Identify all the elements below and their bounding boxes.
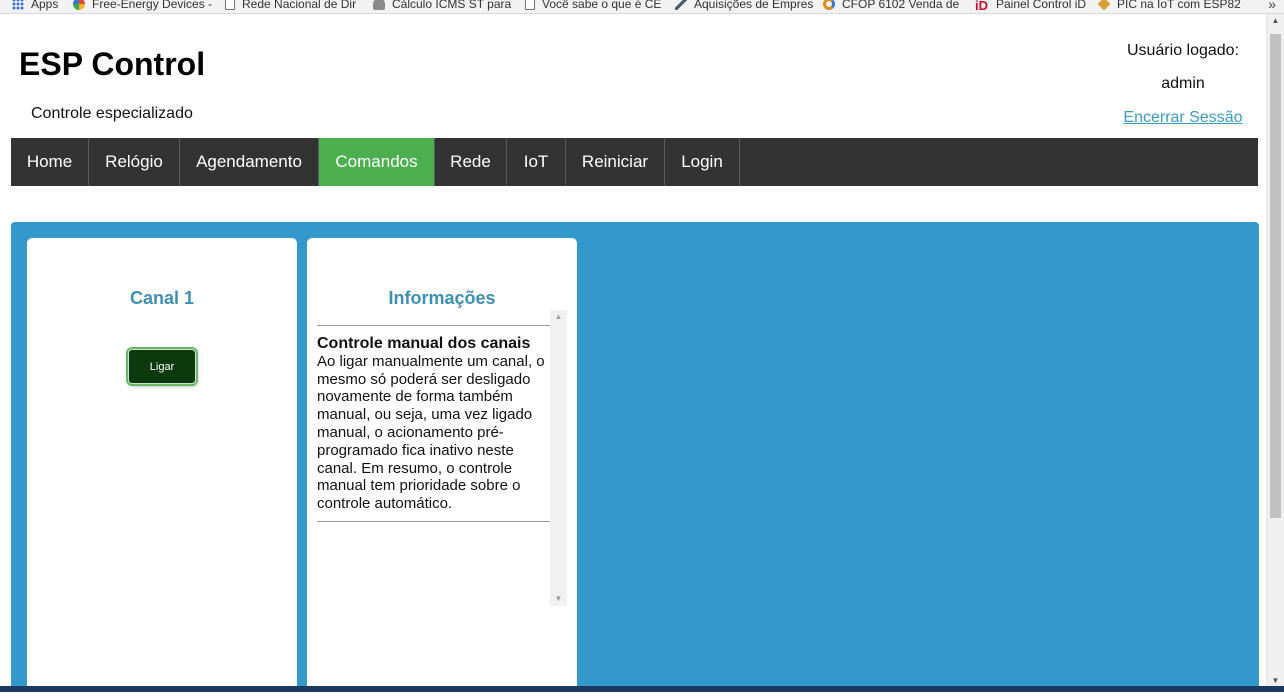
bookmark-label: Você sabe o que é CE: [542, 0, 662, 11]
nav-item-home[interactable]: Home: [11, 138, 89, 186]
logout-link[interactable]: Encerrar Sessão: [1112, 109, 1254, 127]
chevron-icon: [675, 0, 687, 10]
globe-icon: [73, 0, 85, 10]
nav-item-agendamento[interactable]: Agendamento: [180, 138, 319, 186]
nav-item-rede[interactable]: Rede: [435, 138, 507, 186]
bookmark-aquisicoes[interactable]: Aquisições de Empres: [675, 0, 813, 12]
scroll-down-icon[interactable]: ▼: [550, 592, 567, 606]
diamond-icon: [1097, 0, 1111, 11]
bookmark-painel-control-id[interactable]: iD Painel Control iD: [975, 0, 1087, 13]
bookmark-label: Free-Energy Devices -: [92, 0, 213, 11]
page-scrollbar[interactable]: ▲ ▼: [1266, 14, 1284, 692]
page-icon: [525, 0, 535, 10]
bookmark-apps[interactable]: Apps: [12, 0, 58, 12]
channel-title: Canal 1: [129, 288, 195, 308]
more-bookmarks-icon[interactable]: »: [1268, 0, 1276, 12]
ring-icon: [823, 0, 835, 10]
person-icon: [373, 0, 385, 10]
bookmarks-bar: Apps Free-Energy Devices - Rede Nacional…: [0, 0, 1284, 14]
info-scrollbar[interactable]: ▲ ▼: [550, 310, 567, 606]
apps-icon: [12, 0, 24, 10]
bookmark-label: Aquisições de Empres: [694, 0, 814, 11]
os-taskbar: [0, 686, 1284, 692]
turn-on-button[interactable]: Ligar: [128, 349, 196, 384]
bookmark-label: Painel Control iD: [996, 0, 1087, 11]
bookmark-voce-sabe[interactable]: Você sabe o que é CE: [525, 0, 661, 12]
logged-user-label: Usuário logado:: [1126, 42, 1240, 59]
nav-item-reiniciar[interactable]: Reiniciar: [566, 138, 665, 186]
info-scroll-box[interactable]: Controle manual dos canais Ao ligar manu…: [317, 310, 567, 606]
scroll-up-icon[interactable]: ▲: [550, 310, 567, 324]
main-nav: Home Relógio Agendamento Comandos Rede I…: [11, 138, 1258, 186]
info-title: Informações: [388, 288, 496, 308]
bookmark-label: Cálculo ICMS ST para: [392, 0, 512, 11]
channel-card: Canal 1 Ligar: [27, 238, 297, 698]
site-title: ESP Control: [19, 46, 206, 82]
id-icon: iD: [975, 0, 988, 13]
info-text: Controle manual dos canais Ao ligar manu…: [317, 325, 550, 522]
content-panel: Canal 1 Ligar Informações Controle manua…: [11, 222, 1259, 698]
page-scroll-thumb[interactable]: [1270, 34, 1281, 518]
nav-item-login[interactable]: Login: [665, 138, 740, 186]
info-body: Ao ligar manualmente um canal, o mesmo s…: [317, 352, 545, 513]
bookmark-label: PIC na IoT com ESP82: [1117, 0, 1241, 11]
bookmark-calculo-icms[interactable]: Cálculo ICMS ST para: [373, 0, 511, 12]
info-card: Informações Controle manual dos canais A…: [307, 238, 577, 698]
bookmark-rede-nacional[interactable]: Rede Nacional de Dir: [225, 0, 356, 12]
bookmark-cfop[interactable]: CFOP 6102 Venda de: [823, 0, 959, 12]
bookmark-pic-iot[interactable]: PIC na IoT com ESP82: [1097, 0, 1241, 12]
page-scroll-up-icon[interactable]: ▲: [1267, 14, 1284, 28]
nav-item-relogio[interactable]: Relógio: [89, 138, 180, 186]
page-icon: [225, 0, 235, 10]
nav-item-iot[interactable]: IoT: [507, 138, 566, 186]
nav-item-comandos[interactable]: Comandos: [319, 138, 435, 186]
logged-user-name: admin: [1161, 75, 1205, 92]
bookmark-label: Rede Nacional de Dir: [242, 0, 357, 11]
site-tagline: Controle especializado: [31, 105, 193, 122]
info-heading: Controle manual dos canais: [317, 335, 531, 352]
bookmark-label: CFOP 6102 Venda de: [842, 0, 960, 11]
bookmark-label: Apps: [31, 0, 59, 11]
bookmark-free-energy[interactable]: Free-Energy Devices -: [73, 0, 212, 12]
